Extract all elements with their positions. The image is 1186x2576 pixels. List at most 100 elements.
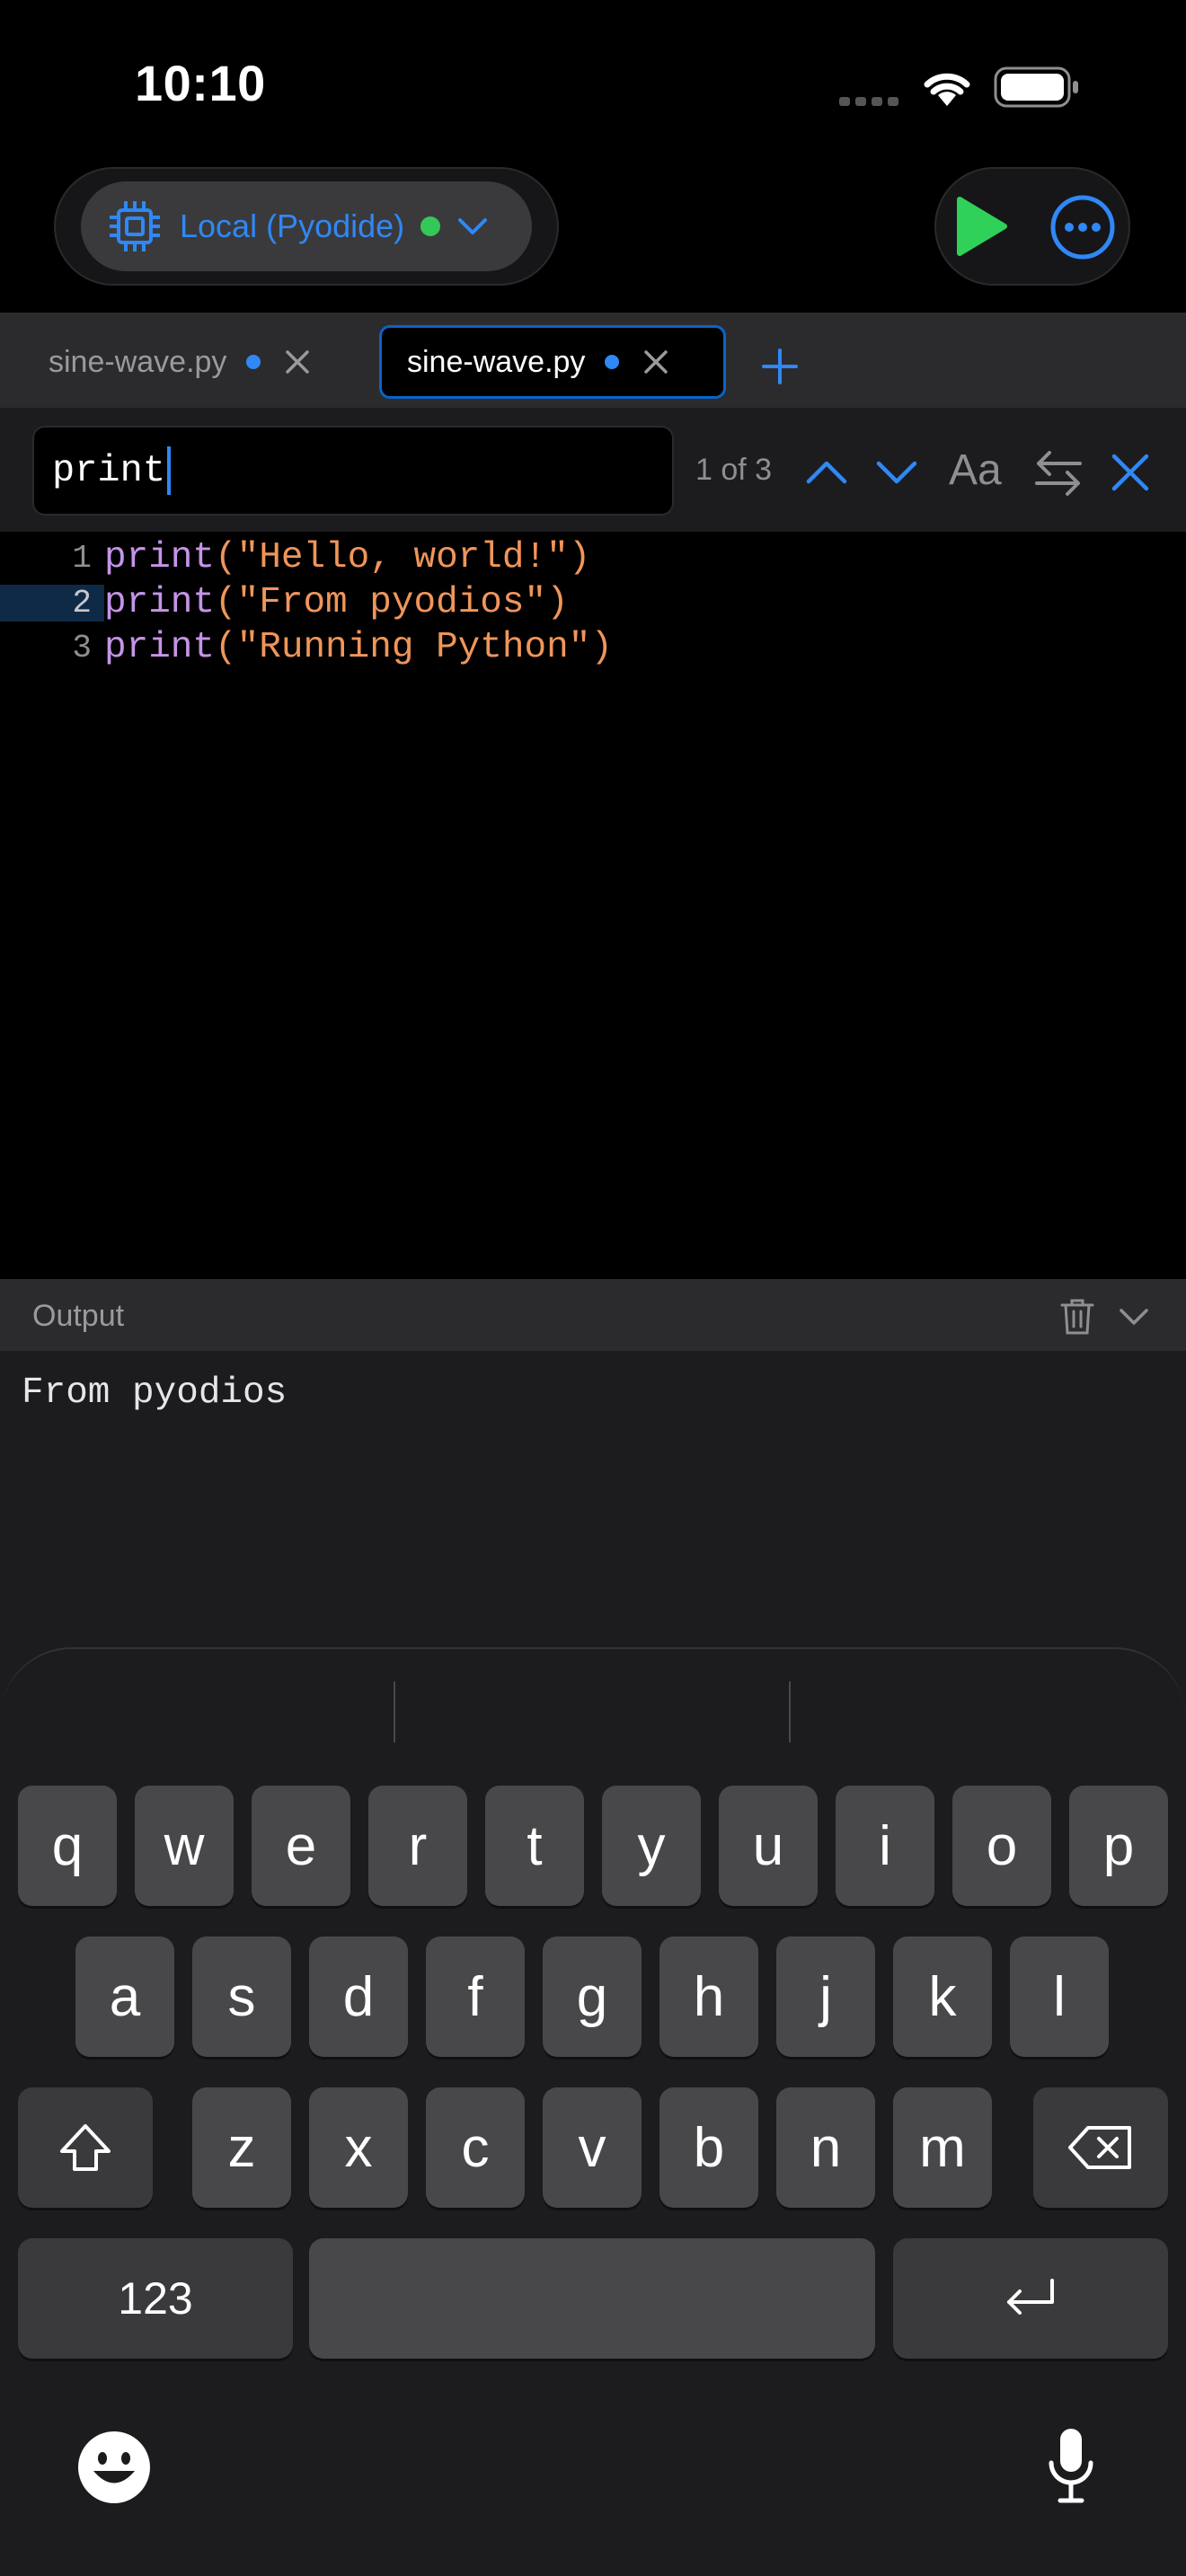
tab-sine-wave-active[interactable]: sine-wave.py: [379, 325, 726, 399]
punctuation-token: ): [568, 537, 591, 578]
keyword-token: print: [104, 537, 216, 578]
return-icon: [1007, 2279, 1054, 2315]
more-options-button[interactable]: [1048, 192, 1118, 262]
key-r[interactable]: r: [368, 1786, 467, 1906]
plus-icon: [762, 348, 798, 384]
cellular-signal-icon: [839, 95, 902, 108]
match-case-toggle[interactable]: Aa: [949, 446, 1002, 495]
key-a[interactable]: a: [75, 1936, 174, 2057]
close-icon: [1111, 454, 1149, 491]
key-e[interactable]: e: [252, 1786, 350, 1906]
modified-indicator: [246, 355, 261, 369]
space-key[interactable]: [309, 2238, 875, 2359]
close-find-button[interactable]: [1109, 451, 1152, 494]
microphone-icon: [1049, 2429, 1093, 2503]
code-line-active: 2 print("From pyodios"): [0, 580, 1186, 625]
chevron-down-icon: [455, 208, 491, 244]
trash-icon: [1060, 1299, 1094, 1335]
punctuation-token: (: [215, 537, 237, 578]
chevron-down-icon: [876, 461, 917, 484]
code-editor[interactable]: 1 print("Hello, world!") 2 print("From p…: [0, 532, 1186, 1279]
cpu-chip-icon: [106, 198, 164, 255]
line-number: 3: [72, 629, 92, 666]
dictation-button[interactable]: [1044, 2425, 1098, 2506]
runtime-status-dot: [420, 216, 441, 236]
clear-output-button[interactable]: [1058, 1297, 1096, 1337]
previous-match-button[interactable]: [803, 449, 850, 496]
find-input[interactable]: print: [32, 426, 674, 516]
key-x[interactable]: x: [309, 2087, 408, 2208]
suggestion-divider: [394, 1681, 395, 1742]
key-c[interactable]: c: [426, 2087, 525, 2208]
key-l[interactable]: l: [1010, 1936, 1109, 2057]
line-number: 1: [72, 539, 92, 577]
key-t[interactable]: t: [485, 1786, 584, 1906]
close-icon[interactable]: [284, 348, 311, 375]
key-v[interactable]: v: [543, 2087, 642, 2208]
code-line: 3 print("Running Python"): [0, 625, 1186, 670]
runtime-label: Local (Pyodide): [180, 207, 405, 244]
key-k[interactable]: k: [893, 1936, 992, 2057]
tab-sine-wave-inactive[interactable]: sine-wave.py: [27, 325, 350, 399]
arrows-swap-icon: [1035, 451, 1082, 496]
string-token: "Hello, world!": [236, 537, 569, 578]
keyword-token: print: [104, 627, 216, 668]
line-number: 2: [0, 584, 104, 622]
key-q[interactable]: q: [18, 1786, 117, 1906]
find-query: print: [52, 449, 166, 492]
output-header: [0, 1279, 1186, 1351]
punctuation-token: (: [215, 582, 237, 623]
emoji-button[interactable]: [75, 2429, 153, 2506]
key-p[interactable]: p: [1069, 1786, 1168, 1906]
chevron-down-icon: [1120, 1309, 1148, 1325]
delete-key[interactable]: [1033, 2087, 1168, 2208]
shift-icon: [60, 2124, 111, 2171]
suggestion-divider: [789, 1681, 791, 1742]
key-f[interactable]: f: [426, 1936, 525, 2057]
key-o[interactable]: o: [952, 1786, 1051, 1906]
key-g[interactable]: g: [543, 1936, 642, 2057]
string-token: "From pyodios": [236, 582, 547, 623]
key-h[interactable]: h: [659, 1936, 758, 2057]
replace-toggle-button[interactable]: [1031, 447, 1085, 498]
run-button[interactable]: [949, 190, 1012, 262]
key-d[interactable]: d: [309, 1936, 408, 2057]
key-n[interactable]: n: [776, 2087, 875, 2208]
key-i[interactable]: i: [836, 1786, 934, 1906]
wifi-icon: [920, 65, 974, 108]
tab-label: sine-wave.py: [407, 344, 586, 379]
ellipsis-circle-icon: [1050, 195, 1115, 260]
match-count: 1 of 3: [695, 453, 773, 487]
modified-indicator: [605, 355, 620, 369]
tab-label: sine-wave.py: [49, 344, 227, 379]
shift-key[interactable]: [18, 2087, 153, 2208]
add-tab-button[interactable]: [755, 341, 805, 392]
return-key[interactable]: [893, 2238, 1168, 2359]
runtime-selector-button[interactable]: Local (Pyodide): [81, 181, 532, 271]
key-b[interactable]: b: [659, 2087, 758, 2208]
text-caret: [167, 446, 172, 495]
chevron-up-icon: [806, 461, 847, 484]
tab-bar: sine-wave.py sine-wave.py: [0, 313, 1186, 408]
numbers-key[interactable]: 123: [18, 2238, 293, 2359]
key-j[interactable]: j: [776, 1936, 875, 2057]
string-token: "Running Python": [236, 627, 591, 668]
key-s[interactable]: s: [192, 1936, 291, 2057]
next-match-button[interactable]: [873, 449, 920, 496]
delete-backward-icon: [1068, 2126, 1131, 2169]
code-line: 1 print("Hello, world!"): [0, 535, 1186, 580]
key-m[interactable]: m: [893, 2087, 992, 2208]
close-icon[interactable]: [642, 348, 669, 375]
punctuation-token: ): [590, 627, 613, 668]
emoji-face-icon: [78, 2431, 150, 2503]
key-w[interactable]: w: [135, 1786, 234, 1906]
key-u[interactable]: u: [719, 1786, 818, 1906]
collapse-output-button[interactable]: [1118, 1302, 1150, 1331]
output-text: From pyodios: [22, 1372, 288, 1414]
key-z[interactable]: z: [192, 2087, 291, 2208]
output-title: Output: [32, 1299, 125, 1333]
key-y[interactable]: y: [602, 1786, 701, 1906]
play-icon: [957, 197, 1007, 256]
status-time: 10:10: [135, 55, 266, 111]
battery-icon: [994, 66, 1080, 108]
